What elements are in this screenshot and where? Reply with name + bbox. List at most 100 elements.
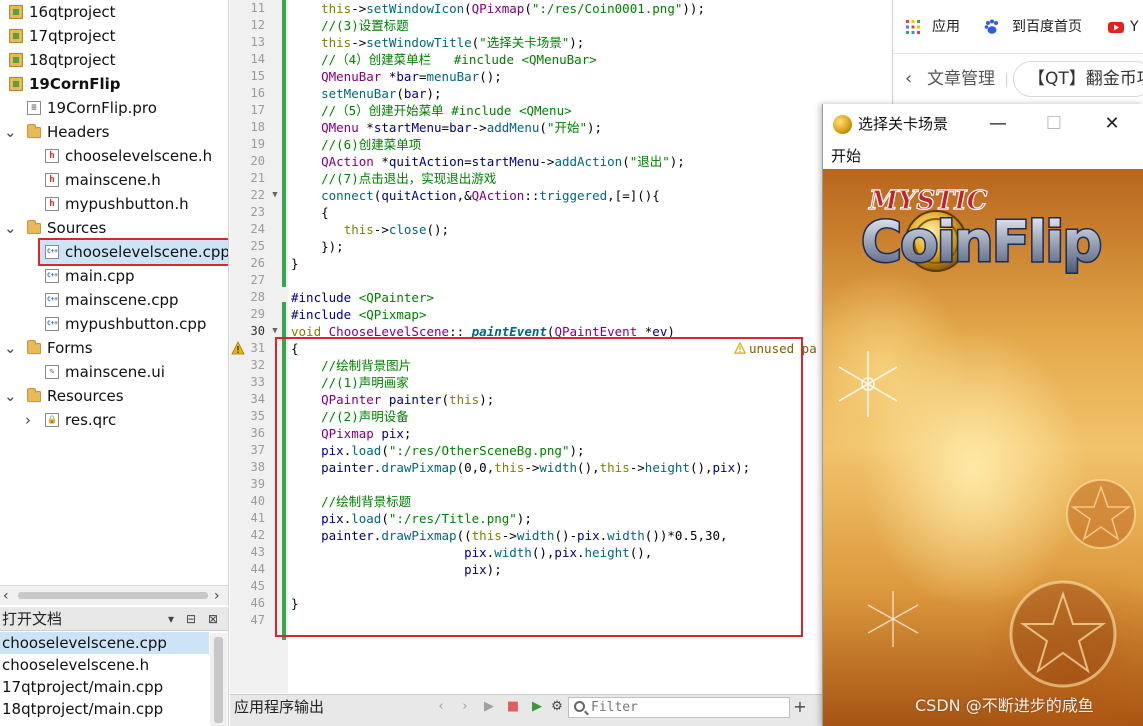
scrollbar-thumb[interactable] bbox=[18, 592, 208, 599]
code-line[interactable]: this->setWindowIcon(QPixmap(":/res/Coin0… bbox=[291, 0, 705, 17]
scroll-left-icon[interactable]: ‹ bbox=[3, 586, 9, 606]
tree-item[interactable]: ⌄ Headers bbox=[0, 120, 228, 144]
scene-title: CoinFlip bbox=[861, 210, 1100, 275]
watermark: CSDN @不断进步的咸鱼 bbox=[915, 696, 1094, 715]
tree-item[interactable]: h mainscene.h bbox=[0, 168, 228, 192]
code-line[interactable]: this->setWindowTitle("选择关卡场景"); bbox=[291, 34, 584, 51]
dropdown-arrow-icon[interactable]: ▾ bbox=[168, 610, 174, 628]
tree-item[interactable]: ✎ mainscene.ui bbox=[0, 360, 228, 384]
scene-background: MYSTIC CoinFlip bbox=[823, 169, 1143, 726]
code-line[interactable]: //（4）创建菜单栏 #include <QMenuBar> bbox=[291, 51, 597, 68]
code-line[interactable]: //（5）创建开始菜单 #include <QMenu> bbox=[291, 102, 572, 119]
project-icon bbox=[9, 53, 23, 67]
line-number: 15 bbox=[250, 69, 265, 83]
open-documents-scrollbar[interactable] bbox=[210, 633, 227, 726]
bookmark-label: 到百度首页 bbox=[1012, 19, 1082, 35]
open-document-item[interactable]: 17qtproject/main.cpp bbox=[0, 676, 209, 698]
tree-item[interactable]: ⌄ Resources bbox=[0, 384, 228, 408]
code-line[interactable]: }); bbox=[291, 238, 344, 255]
warning-icon[interactable] bbox=[231, 341, 245, 355]
back-icon[interactable]: ‹ bbox=[905, 67, 912, 91]
close-panel-icon[interactable]: ⊠ bbox=[208, 610, 218, 628]
tree-item[interactable]: ≡ 19CornFlip.pro bbox=[0, 96, 228, 120]
tree-item-label: mainscene.h bbox=[65, 171, 161, 189]
project-tree: 16qtproject 17qtproject 18qtproject 19CornF… bbox=[0, 0, 229, 606]
tree-item-label: mainscene.cpp bbox=[65, 291, 179, 309]
minimize-button[interactable]: — bbox=[975, 104, 1021, 144]
scroll-right-icon[interactable]: › bbox=[214, 586, 220, 606]
line-number: 20 bbox=[250, 154, 265, 168]
line-number: 32 bbox=[250, 358, 265, 372]
code-line[interactable]: QAction *quitAction=startMenu->addAction… bbox=[291, 153, 685, 170]
code-line[interactable]: { bbox=[291, 204, 329, 221]
cpp-file-icon: C++ bbox=[45, 317, 59, 331]
tree-item[interactable]: h chooselevelscene.h bbox=[0, 144, 228, 168]
ornament-decoration bbox=[1009, 580, 1117, 688]
split-icon[interactable]: ⊟ bbox=[186, 610, 196, 628]
code-line[interactable]: //(6)创建菜单项 bbox=[291, 136, 421, 153]
code-line[interactable]: #include <QPainter> bbox=[291, 289, 434, 306]
tree-item[interactable]: C++ mypushbutton.cpp bbox=[0, 312, 228, 336]
chevron-down-icon[interactable]: ⌄ bbox=[4, 120, 17, 144]
tree-item-label: 16qtproject bbox=[29, 3, 116, 21]
header-file-icon: h bbox=[45, 197, 59, 211]
application-output-bar: 应用程序输出 ‹ › ▶ ■ ▶ ⚙ Filter + bbox=[230, 694, 822, 726]
code-line[interactable]: } bbox=[291, 255, 299, 272]
folder-icon bbox=[27, 388, 41, 402]
ornament-decoration bbox=[1066, 479, 1136, 549]
chevron-down-icon[interactable]: ⌄ bbox=[4, 336, 17, 360]
menu-bar: 开始 bbox=[823, 144, 1143, 169]
open-document-item[interactable]: 18qtproject/main.cpp bbox=[0, 698, 209, 720]
bookmark-label: 应用 bbox=[932, 19, 960, 35]
line-number: 27 bbox=[250, 273, 265, 287]
code-line[interactable]: this->close(); bbox=[291, 221, 449, 238]
chevron-down-icon[interactable]: ⌄ bbox=[4, 384, 17, 408]
open-document-item[interactable]: chooselevelscene.h bbox=[0, 654, 209, 676]
window-titlebar[interactable]: 选择关卡场景 — ☐ ✕ bbox=[823, 104, 1143, 144]
code-line[interactable]: QMenu *startMenu=bar->addMenu("开始"); bbox=[291, 119, 602, 136]
tree-item[interactable]: › 🔒 res.qrc bbox=[0, 408, 228, 432]
tree-item-label: Sources bbox=[47, 219, 107, 237]
tree-item[interactable]: 19CornFlip bbox=[0, 72, 228, 96]
tree-item[interactable]: ⌄ Forms bbox=[0, 336, 228, 360]
fold-toggle-icon[interactable]: ▼ bbox=[270, 187, 280, 204]
code-line[interactable]: QMenuBar *bar=menuBar(); bbox=[291, 68, 502, 85]
tree-item-label: res.qrc bbox=[65, 411, 117, 429]
tree-item-label: chooselevelscene.cpp bbox=[65, 243, 229, 261]
tree-item[interactable]: 16qtproject bbox=[0, 0, 228, 24]
next-icon[interactable]: › bbox=[456, 699, 474, 715]
chevron-right-icon[interactable]: › bbox=[22, 408, 34, 432]
stop-icon[interactable]: ■ bbox=[504, 699, 522, 715]
code-line[interactable]: #include <QPixmap> bbox=[291, 306, 426, 323]
debug-run-icon[interactable]: ▶ bbox=[528, 699, 546, 715]
close-button[interactable]: ✕ bbox=[1089, 104, 1135, 144]
bookmark-label: Y bbox=[1130, 19, 1139, 35]
tree-item[interactable]: C++ mainscene.cpp bbox=[0, 288, 228, 312]
coin-icon bbox=[833, 115, 852, 134]
code-line[interactable]: setMenuBar(bar); bbox=[291, 85, 441, 102]
tree-item[interactable]: h mypushbutton.h bbox=[0, 192, 228, 216]
add-icon[interactable]: + bbox=[791, 699, 809, 715]
open-document-item[interactable]: chooselevelscene.cpp bbox=[0, 632, 209, 654]
code-line[interactable]: //(3)设置标题 bbox=[291, 17, 409, 34]
tree-item[interactable]: C++ main.cpp bbox=[0, 264, 228, 288]
tree-item[interactable]: 18qtproject bbox=[0, 48, 228, 72]
tree-item[interactable]: 17qtproject bbox=[0, 24, 228, 48]
settings-icon[interactable]: ⚙ bbox=[548, 699, 566, 715]
tree-item[interactable]: C++ chooselevelscene.cpp bbox=[38, 238, 229, 266]
tree-item-label: mainscene.ui bbox=[65, 363, 165, 381]
tree-item[interactable]: ⌄ Sources bbox=[0, 216, 228, 240]
youtube-icon bbox=[1108, 22, 1124, 33]
line-number: 29 bbox=[250, 307, 265, 321]
tree-horizontal-scrollbar[interactable]: ‹ › bbox=[0, 585, 228, 606]
filter-input[interactable]: Filter bbox=[568, 697, 790, 718]
run-icon[interactable]: ▶ bbox=[480, 699, 498, 715]
prev-icon[interactable]: ‹ bbox=[432, 699, 450, 715]
code-line[interactable]: connect(quitAction,&QAction::triggered,[… bbox=[291, 187, 660, 204]
line-number: 40 bbox=[250, 494, 265, 508]
code-line[interactable]: //(7)点击退出，实现退出游戏 bbox=[291, 170, 496, 187]
article-manage-link[interactable]: 文章管理 bbox=[927, 67, 995, 91]
chevron-down-icon[interactable]: ⌄ bbox=[4, 216, 17, 240]
maximize-button[interactable]: ☐ bbox=[1031, 104, 1077, 144]
menu-start[interactable]: 开始 bbox=[831, 144, 861, 169]
